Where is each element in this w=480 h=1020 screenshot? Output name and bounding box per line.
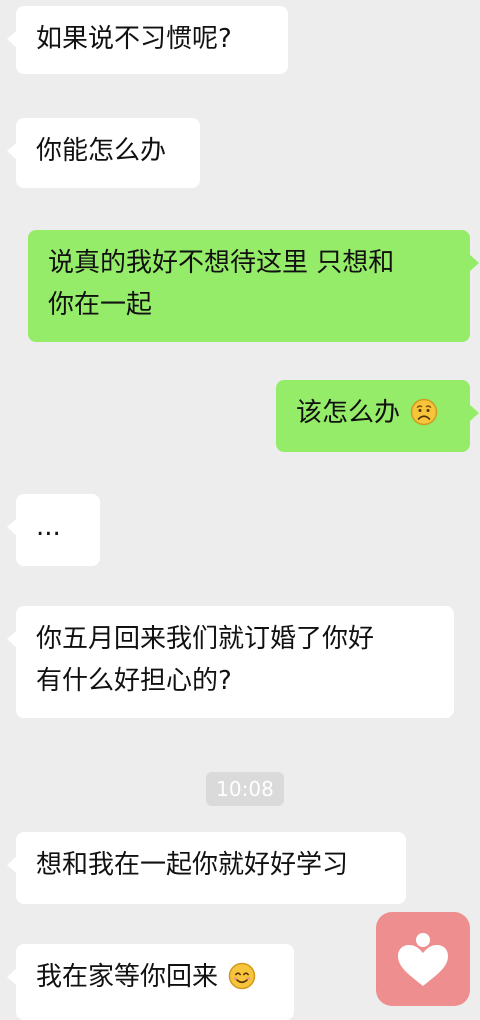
- incoming-message[interactable]: 想和我在一起你就好好学习: [7, 832, 406, 904]
- frowning-face-icon: [411, 398, 438, 426]
- smiling-face-icon: [229, 962, 256, 990]
- message-text-line: 你在一起: [48, 290, 153, 320]
- message-text-line: 有什么好担心的?: [36, 666, 232, 696]
- outgoing-message[interactable]: 说真的我好不想待这里 只想和 你在一起: [28, 230, 479, 342]
- floating-heart-button[interactable]: [376, 912, 470, 1006]
- incoming-message[interactable]: 你五月回来我们就订婚了你好 有什么好担心的?: [7, 606, 454, 718]
- message-text-line: 说真的我好不想待这里 只想和: [48, 248, 395, 278]
- outgoing-message[interactable]: 该怎么办: [276, 380, 479, 452]
- message-text: 想和我在一起你就好好学习: [36, 850, 349, 880]
- incoming-message[interactable]: 你能怎么办: [7, 118, 200, 188]
- message-text: 如果说不习惯呢?: [36, 24, 232, 54]
- incoming-message[interactable]: 我在家等你回来: [7, 944, 294, 1020]
- message-text: 我在家等你回来: [36, 962, 219, 992]
- message-timestamp: 10:08: [206, 772, 284, 806]
- message-text-line: 你五月回来我们就订婚了你好: [36, 624, 375, 654]
- heart-person-icon: [398, 933, 448, 986]
- incoming-message[interactable]: ...: [7, 494, 100, 566]
- message-text: 你能怎么办: [36, 136, 167, 166]
- message-text: ...: [36, 512, 61, 542]
- incoming-message[interactable]: 如果说不习惯呢?: [7, 6, 288, 74]
- message-text: 该怎么办: [296, 398, 401, 428]
